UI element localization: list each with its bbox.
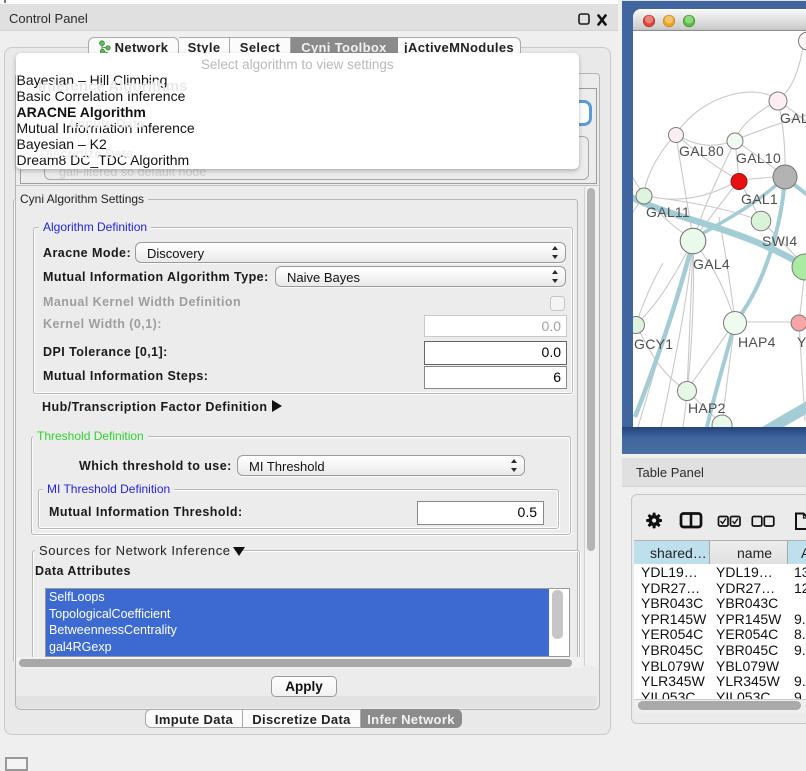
svg-text:HAP4: HAP4 — [738, 334, 776, 350]
svg-text:GAL80: GAL80 — [679, 143, 724, 159]
svg-text:Y: Y — [797, 334, 806, 350]
svg-text:SWI4: SWI4 — [762, 233, 797, 249]
svg-text:GAL11: GAL11 — [646, 204, 690, 220]
svg-text:HAP2: HAP2 — [688, 400, 726, 416]
svg-text:GAL: GAL — [780, 110, 806, 126]
svg-text:GCY1: GCY1 — [634, 336, 673, 352]
svg-text:GAL4: GAL4 — [693, 256, 730, 272]
svg-text:GAL1: GAL1 — [741, 191, 778, 207]
svg-text:GAL10: GAL10 — [736, 150, 781, 166]
